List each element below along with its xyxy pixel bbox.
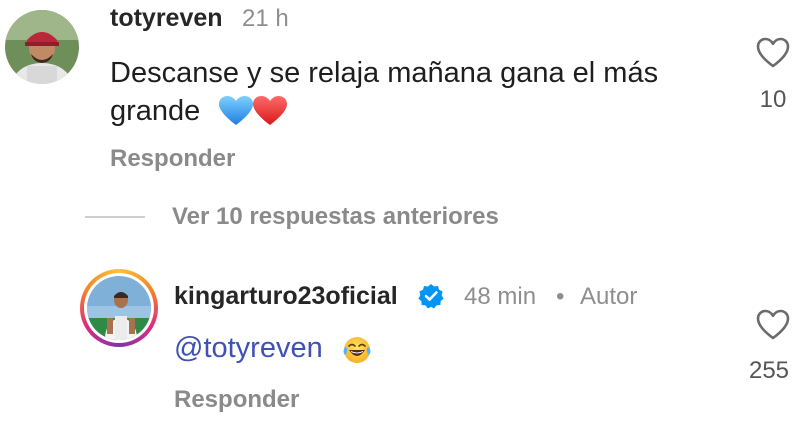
view-previous-replies-button[interactable]: Ver 10 respuestas anteriores (172, 203, 499, 231)
comment-text-line2: grande (110, 95, 201, 127)
red-heart-icon (253, 96, 287, 125)
avatar-image (5, 10, 79, 84)
avatar-totyreven[interactable] (5, 10, 79, 84)
like-count: 10 (759, 86, 787, 113)
comment-username[interactable]: totyreven (110, 4, 223, 33)
reply-button[interactable]: Responder (110, 145, 235, 173)
avatar-kingarturo23oficial[interactable] (80, 269, 158, 347)
tears-of-joy-emoji-icon (343, 337, 371, 363)
comment-username[interactable]: kingarturo23oficial (174, 282, 398, 311)
replies-divider (85, 216, 145, 218)
mention-link[interactable]: @totyreven (174, 332, 323, 365)
author-label: Autor (580, 283, 638, 310)
reply-button[interactable]: Responder (174, 386, 299, 414)
separator-dot: • (556, 283, 565, 310)
comment-time: 21 h (242, 5, 289, 32)
verified-badge-icon (418, 284, 444, 309)
like-count: 255 (748, 357, 790, 384)
avatar-image (87, 276, 151, 340)
comment-text-line1: Descanse y se relaja mañana gana el más (110, 57, 659, 89)
comment-time: 48 min (464, 283, 537, 310)
heart-like-icon[interactable] (756, 36, 790, 70)
heart-like-icon[interactable] (756, 308, 790, 342)
blue-heart-icon (219, 96, 253, 125)
